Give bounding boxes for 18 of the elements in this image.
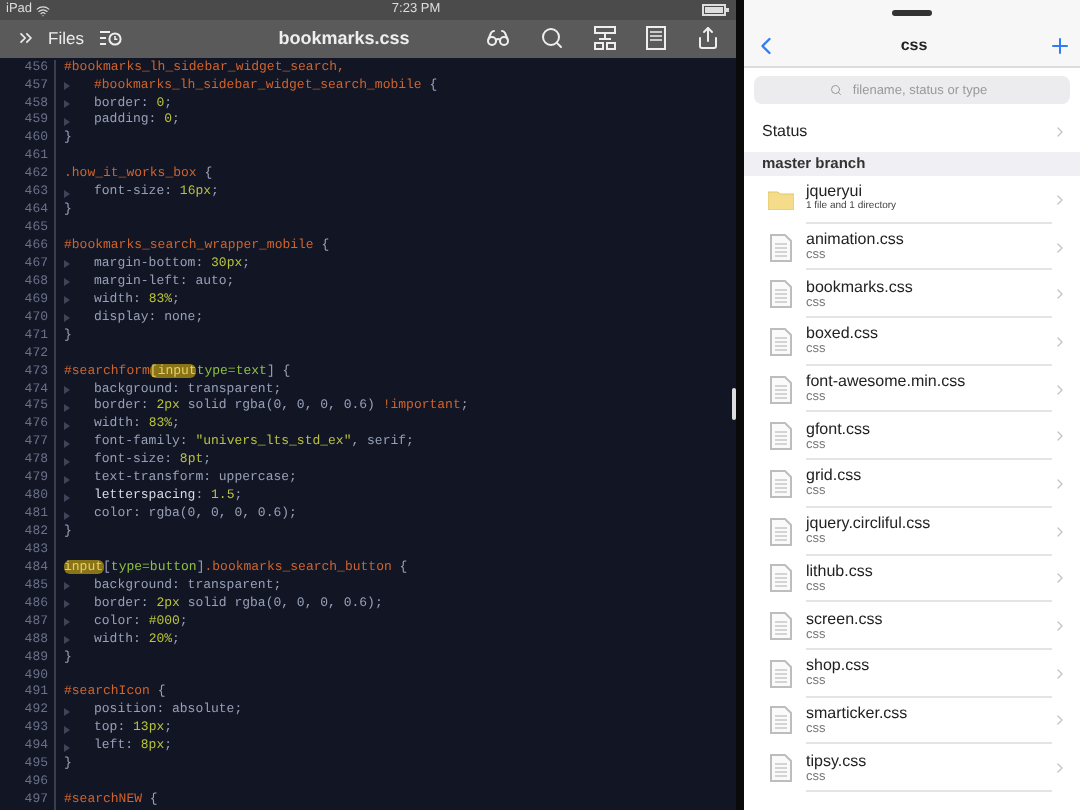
status-row[interactable]: Status (744, 112, 1080, 152)
file-name: tipsy.css (806, 751, 869, 770)
file-name: grid.css (806, 466, 864, 485)
file-title: bookmarks.css (278, 25, 410, 52)
file-name: gfont.css (806, 419, 873, 438)
file-name: bookmarks.css (806, 277, 915, 296)
status-label: Status (762, 120, 810, 144)
files-button[interactable]: Files (48, 25, 84, 52)
file-name: boxed.css (806, 324, 881, 343)
file-name: smarticker.css (806, 703, 910, 722)
file-name: font-awesome.min.css (806, 372, 968, 391)
file-name: jqueryui (806, 182, 863, 201)
file-name: lithub.css (806, 561, 875, 580)
folder-title: css (898, 33, 930, 57)
file-name: screen.css (806, 609, 885, 628)
file-name: shop.css (806, 656, 872, 675)
file-name: animation.css (806, 230, 906, 249)
file-name: jquery.circliful.css (806, 514, 933, 533)
